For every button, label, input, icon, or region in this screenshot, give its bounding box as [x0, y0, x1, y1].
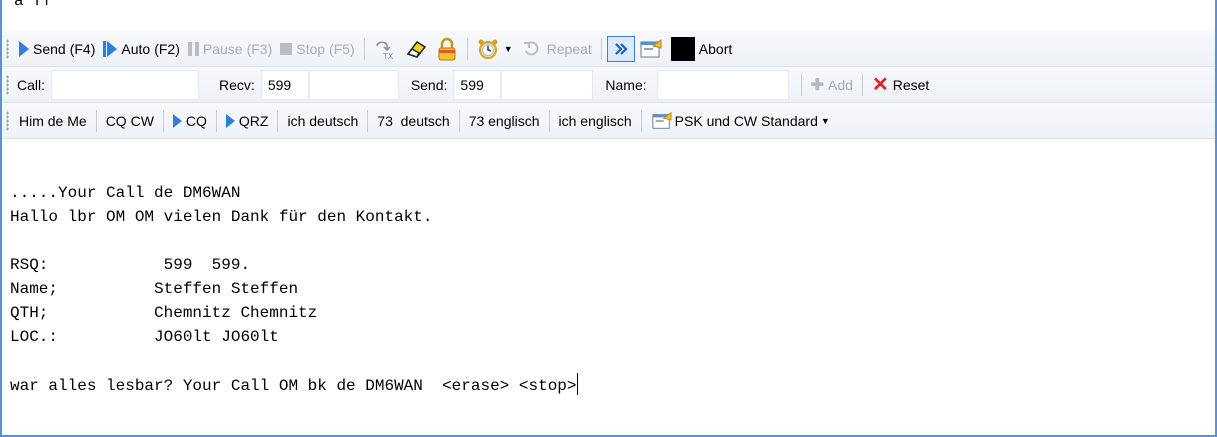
stop-icon: [280, 42, 293, 55]
alarm-clock-icon: [478, 39, 498, 59]
recv-extra-input[interactable]: [308, 69, 399, 100]
timer-dropdown[interactable]: ▼: [473, 36, 517, 62]
pause-icon: [187, 41, 199, 56]
toolbar-separator: [548, 109, 550, 132]
macro-qrz[interactable]: QRZ: [222, 108, 273, 134]
call-label: Call:: [17, 76, 46, 93]
text-line: RSQ: 599 599.: [10, 256, 251, 274]
toolbar-separator: [367, 109, 369, 132]
text-line: Name; Steffen Steffen: [10, 280, 299, 298]
abort-button[interactable]: Abort: [667, 36, 736, 62]
add-button[interactable]: ✚ Add: [807, 72, 857, 98]
toolbar-separator: [162, 109, 164, 132]
macro-toolbar: Him de Me CQ CW CQ QRZ ich deutsch 73 de…: [2, 103, 1215, 139]
play-icon: [225, 113, 235, 128]
cut-off-text: a ff: [14, 0, 53, 10]
name-input[interactable]: [656, 69, 789, 100]
top-text-strip: a ff: [2, 0, 1215, 24]
reset-button[interactable]: ✕ Reset: [868, 72, 933, 98]
auto-play-icon: [103, 40, 118, 57]
abort-square-icon: [670, 36, 695, 61]
toolbar-separator: [640, 109, 642, 132]
lock-button[interactable]: [432, 36, 462, 62]
recv-rst-input[interactable]: [260, 69, 309, 100]
clear-tx-icon: TX: [375, 40, 394, 60]
send-label: Send:: [410, 76, 448, 93]
macro-ich-englisch[interactable]: ich englisch: [555, 108, 636, 134]
double-chevron-right-icon: [615, 42, 628, 55]
toolbar-separator: [861, 73, 863, 96]
macro-73-englisch[interactable]: 73 englisch: [465, 108, 544, 134]
pause-button[interactable]: Pause (F3): [184, 36, 276, 62]
stop-button[interactable]: Stop (F5): [276, 36, 358, 62]
play-icon: [19, 40, 29, 57]
text-line: LOC.: JO60lt JO60lt: [10, 328, 279, 346]
repeat-icon: [523, 41, 539, 55]
toolbar-separator: [95, 109, 97, 132]
text-line: war alles lesbar? Your Call OM bk de DM6…: [10, 377, 577, 395]
macro-cq-cw[interactable]: CQ CW: [102, 108, 158, 134]
toolbar-separator: [600, 37, 602, 60]
toolbar-separator: [800, 73, 802, 96]
transmit-toolbar: Send (F4) Auto (F2) Pause (F3) Stop (F5)…: [2, 31, 1215, 67]
send-extra-input[interactable]: [501, 69, 594, 100]
dropdown-arrow-icon: ▼: [503, 43, 513, 54]
toolbar-grip[interactable]: [6, 38, 9, 59]
fast-forward-toggle[interactable]: [606, 35, 635, 62]
macro-him-de-me[interactable]: Him de Me: [15, 108, 91, 134]
toolbar-grip[interactable]: [6, 74, 9, 95]
recv-label: Recv:: [219, 76, 255, 93]
plus-icon: ✚: [810, 76, 825, 94]
close-x-icon: ✕: [871, 73, 889, 96]
settings-button[interactable]: [635, 36, 667, 62]
toolbar-separator: [215, 109, 217, 132]
text-line: QTH; Chemnitz Chemnitz: [10, 304, 318, 322]
macro-cq[interactable]: CQ: [169, 108, 211, 134]
toolbar-grip[interactable]: [6, 110, 9, 131]
settings-window-icon: [652, 111, 672, 129]
svg-text:TX: TX: [382, 52, 394, 60]
dropdown-arrow-icon: ▼: [820, 115, 830, 126]
play-icon: [172, 113, 182, 128]
qso-fields-toolbar: Call: Recv: Send: Name: ✚ Add ✕ Reset: [2, 67, 1215, 103]
auto-button[interactable]: Auto (F2): [99, 36, 183, 62]
toolbar-separator: [458, 109, 460, 132]
window-frame: a ff Send (F4) Auto (F2) Pause (F3) Stop…: [0, 0, 1217, 437]
toolbar-separator: [466, 37, 468, 60]
macro-profile-dropdown[interactable]: PSK und CW Standard ▼: [647, 108, 834, 134]
text-line: Hallo lbr OM OM vielen Dank für den Kont…: [10, 208, 433, 226]
text-caret: [576, 373, 578, 395]
lock-icon: [438, 37, 456, 60]
clear-tx-button[interactable]: TX: [370, 36, 400, 62]
name-label: Name:: [605, 76, 647, 93]
send-rst-input[interactable]: [453, 69, 502, 100]
macro-73-deutsch[interactable]: 73 deutsch: [373, 108, 453, 134]
eraser-button[interactable]: [400, 36, 432, 62]
toolbar-separator: [363, 37, 365, 60]
send-button[interactable]: Send (F4): [15, 36, 99, 62]
repeat-button[interactable]: Repeat: [517, 36, 596, 62]
text-line: .....Your Call de DM6WAN: [10, 184, 241, 202]
toolbar-separator: [277, 109, 279, 132]
macro-ich-deutsch[interactable]: ich deutsch: [283, 108, 362, 134]
call-input[interactable]: [51, 69, 200, 100]
eraser-icon: [406, 40, 426, 58]
settings-window-icon: [640, 38, 662, 57]
tx-text-area[interactable]: .....Your Call de DM6WAN Hallo lbr OM OM…: [10, 181, 578, 398]
